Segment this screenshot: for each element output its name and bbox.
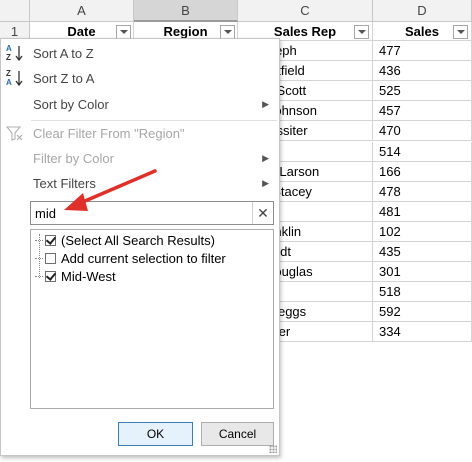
- sales-cell[interactable]: 457: [373, 101, 472, 122]
- column-header-d[interactable]: D: [373, 0, 472, 22]
- header-cell-sales[interactable]: Sales: [373, 22, 472, 41]
- clear-search-button[interactable]: ✕: [252, 202, 273, 224]
- sort-by-color-item[interactable]: Sort by Color ▶: [1, 92, 279, 117]
- sort-descending-icon: Z A: [6, 69, 23, 87]
- submenu-arrow-icon: ▶: [262, 153, 269, 163]
- sales-cell[interactable]: 525: [373, 81, 472, 102]
- sort-z-to-a-label: Sort Z to A: [33, 71, 95, 86]
- svg-text:A: A: [6, 44, 12, 53]
- mid-west-checkbox[interactable]: [45, 271, 56, 282]
- text-filters-item[interactable]: Text Filters ▶: [1, 171, 279, 196]
- header-sales-label: Sales: [405, 24, 439, 39]
- select-all-corner[interactable]: [0, 0, 30, 22]
- sort-a-to-z-label: Sort A to Z: [33, 46, 94, 61]
- sales-cell[interactable]: 166: [373, 161, 472, 182]
- column-header-c[interactable]: C: [238, 0, 373, 22]
- sales-cell[interactable]: 478: [373, 181, 472, 202]
- sales-cell[interactable]: 301: [373, 262, 472, 283]
- filter-values-list: (Select All Search Results) Add current …: [30, 229, 274, 409]
- sales-cell[interactable]: 481: [373, 201, 472, 222]
- header-sales-rep-label: Sales Rep: [273, 24, 337, 39]
- submenu-arrow-icon: ▶: [262, 99, 269, 109]
- autofilter-dropdown-panel: A Z Sort A to Z Z A Sort Z to A Sort by …: [0, 38, 280, 456]
- filter-search-input[interactable]: [33, 204, 252, 222]
- sales-cell[interactable]: 334: [373, 322, 472, 343]
- select-all-results-checkbox[interactable]: [45, 235, 56, 246]
- sales-cell[interactable]: 514: [373, 141, 472, 162]
- sales-cell[interactable]: 477: [373, 41, 472, 62]
- clear-filter-icon: [5, 126, 23, 141]
- add-current-selection-checkbox[interactable]: [45, 253, 56, 264]
- sales-cell[interactable]: 470: [373, 121, 472, 142]
- sales-cell[interactable]: 435: [373, 242, 472, 263]
- column-header-b[interactable]: B: [134, 0, 238, 22]
- column-header-a[interactable]: A: [30, 0, 134, 22]
- sort-a-to-z-item[interactable]: A Z Sort A to Z: [1, 41, 279, 66]
- tree-connector: [35, 240, 43, 241]
- svg-text:A: A: [6, 78, 12, 87]
- sort-by-color-label: Sort by Color: [33, 97, 109, 112]
- sort-ascending-icon: A Z: [6, 44, 23, 62]
- filter-by-color-label: Filter by Color: [33, 151, 114, 166]
- submenu-arrow-icon: ▶: [262, 178, 269, 188]
- header-date-label: Date: [67, 24, 96, 39]
- add-current-selection-label: Add current selection to filter: [61, 251, 226, 266]
- filter-search-box: ✕: [30, 201, 274, 225]
- svg-text:Z: Z: [6, 69, 11, 78]
- resize-grip-icon[interactable]: [269, 445, 277, 453]
- sales-cell[interactable]: 436: [373, 61, 472, 82]
- clear-filter-label: Clear Filter From "Region": [33, 126, 185, 141]
- text-filters-label: Text Filters: [33, 176, 96, 191]
- region-filter-dropdown-button[interactable]: [220, 25, 235, 39]
- sales-cell[interactable]: 518: [373, 282, 472, 303]
- sales-cell[interactable]: 592: [373, 302, 472, 323]
- mid-west-label: Mid-West: [61, 269, 116, 284]
- select-all-results-label: (Select All Search Results): [61, 233, 215, 248]
- tree-connector: [35, 258, 43, 259]
- sales-cell[interactable]: 102: [373, 221, 472, 242]
- clear-filter-item[interactable]: Clear Filter From "Region": [1, 121, 279, 146]
- sort-z-to-a-item[interactable]: Z A Sort Z to A: [1, 66, 279, 91]
- sales-filter-dropdown-button[interactable]: [453, 25, 468, 39]
- filter-by-color-item[interactable]: Filter by Color ▶: [1, 146, 279, 171]
- tree-connector: [35, 276, 43, 277]
- header-region-label: Region: [163, 24, 208, 39]
- ok-button[interactable]: OK: [118, 422, 193, 446]
- date-filter-dropdown-button[interactable]: [116, 25, 131, 39]
- cancel-button[interactable]: Cancel: [201, 422, 274, 446]
- svg-text:Z: Z: [6, 53, 11, 62]
- sales-rep-filter-dropdown-button[interactable]: [354, 25, 369, 39]
